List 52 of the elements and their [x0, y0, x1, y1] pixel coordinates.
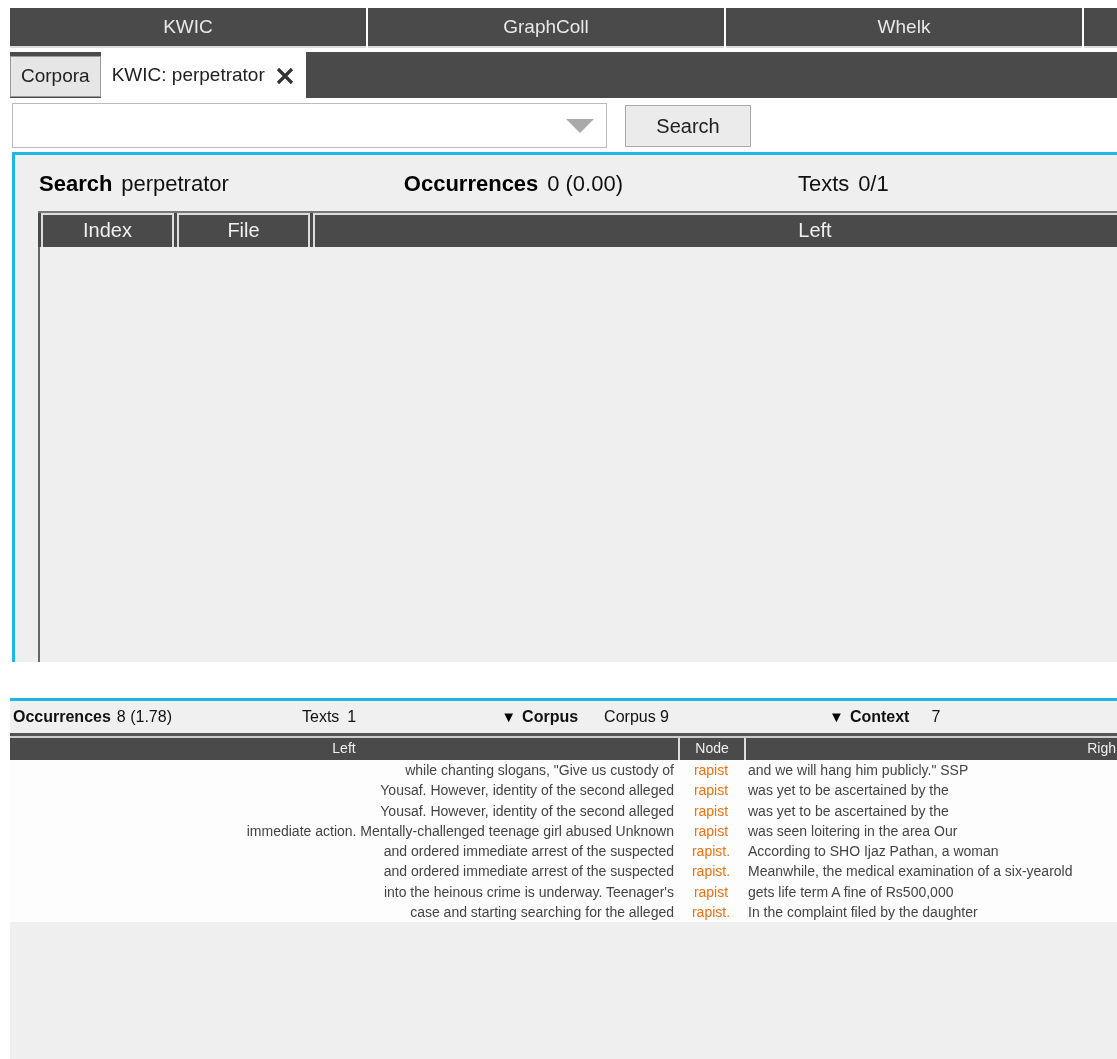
- expand-toggle[interactable]: ▼: [501, 705, 517, 729]
- occurrences-value: 0 (0.00): [547, 169, 623, 198]
- corpus-value: Corpus 9: [604, 707, 669, 727]
- right-context: gets life term A fine of Rs500,000: [747, 882, 954, 902]
- context-value: 7: [931, 707, 941, 727]
- node-word: rapist.: [690, 862, 732, 882]
- texts-label: Texts: [797, 169, 850, 198]
- occurrences-label: Occurrences: [13, 707, 111, 727]
- node-word: rapist: [692, 761, 730, 780]
- texts-label: Texts: [302, 707, 340, 727]
- right-context: was seen loitering in the area Our: [747, 821, 958, 841]
- module-tab[interactable]: Whelk: [726, 8, 1082, 48]
- search-combo-field[interactable]: [12, 103, 607, 148]
- texts-value: 1: [347, 707, 357, 727]
- node-word: rapist: [692, 781, 730, 801]
- document-tab[interactable]: Corpora: [10, 56, 101, 97]
- search-button[interactable]: Search: [625, 104, 751, 147]
- left-context: into the heinous crime is underway. Teenager's: [382, 882, 675, 902]
- column-header[interactable]: Index: [41, 213, 174, 247]
- left-context: immediate action. Mentally-challenged teenage girl abused Unknown: [245, 821, 675, 841]
- expand-toggle[interactable]: ▼: [829, 705, 844, 729]
- left-context: and ordered immediate arrest of the suspected: [382, 862, 675, 882]
- close-icon[interactable]: [274, 65, 295, 86]
- column-header[interactable]: Left: [313, 213, 1117, 247]
- node-word: rapist.: [690, 903, 732, 923]
- left-context: while chanting slogans, "Give us custody of: [404, 761, 675, 780]
- column-header[interactable]: File: [177, 213, 310, 247]
- search-label: Search: [39, 169, 113, 198]
- corpus-label: Corpus: [522, 707, 579, 727]
- module-tab[interactable]: KWIC: [10, 8, 366, 48]
- left-context: case and starting searching for the alleged: [409, 903, 675, 923]
- node-word: rapist: [692, 821, 730, 841]
- left-context: and ordered immediate arrest of the suspected: [382, 842, 675, 862]
- right-context: was yet to be ascertained by the: [747, 801, 949, 821]
- right-context: According to SHO Ijaz Pathan, a woman: [747, 842, 999, 862]
- context-label: Context: [849, 707, 910, 727]
- left-context: Yousaf. However, identity of the second alleged: [379, 781, 675, 801]
- node-word: rapist: [692, 882, 730, 902]
- node-word: rapist: [692, 801, 730, 821]
- search-value: perpetrator: [121, 169, 229, 198]
- column-header[interactable]: Left: [10, 738, 678, 760]
- right-context: In the complaint filed by the daughter: [747, 903, 978, 923]
- right-context: was yet to be ascertained by the: [747, 781, 949, 801]
- texts-value: 0/1: [858, 169, 889, 198]
- occurrences-value: 8 (1.78): [116, 707, 172, 727]
- module-tab[interactable]: GraphColl: [368, 8, 724, 48]
- occurrences-label: Occurrences: [403, 169, 539, 198]
- left-context: Yousaf. However, identity of the second alleged: [379, 801, 675, 821]
- node-word: rapist.: [690, 842, 732, 862]
- right-context: and we will hang him publicly." SSP: [747, 761, 969, 780]
- document-tab[interactable]: KWIC: perpetrator: [100, 52, 306, 98]
- right-context: Meanwhile, the medical examination of a six-yearold: [747, 862, 1073, 882]
